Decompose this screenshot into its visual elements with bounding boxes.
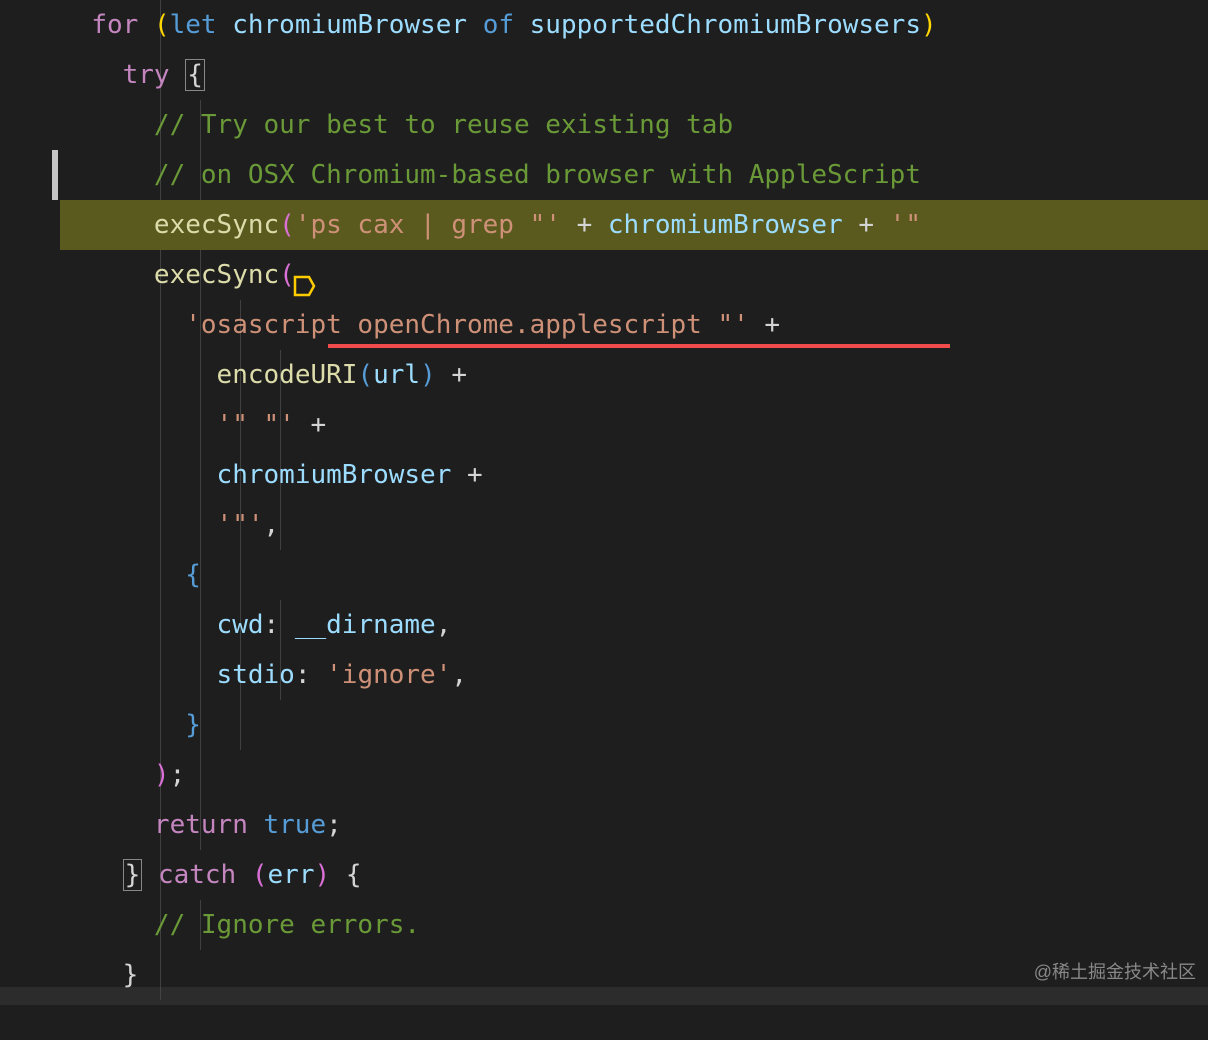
func-encodeURI: encodeURI — [217, 360, 358, 390]
code-line[interactable]: return true; — [60, 800, 1208, 850]
string-literal: 'osascript openChrome.applescript "' — [185, 310, 749, 340]
brace-close: } — [185, 710, 201, 740]
code-line[interactable]: encodeURI(url) + — [60, 350, 1208, 400]
error-underline — [328, 344, 950, 348]
paren-close: ) — [154, 760, 170, 790]
paren-close: ) — [921, 10, 937, 40]
paren-open: ( — [252, 860, 268, 890]
string-literal: 'ps cax | grep "' — [295, 210, 561, 240]
paren-open: ( — [279, 210, 295, 240]
comment: // Ignore errors. — [154, 910, 420, 940]
code-line[interactable]: for (let chromiumBrowser of supportedChr… — [60, 0, 1208, 50]
code-line[interactable]: try { — [60, 50, 1208, 100]
keyword-of: of — [483, 10, 514, 40]
comment: // on OSX Chromium-based browser with Ap… — [154, 160, 921, 190]
operator-plus: + — [764, 310, 780, 340]
string-literal: '" "' — [217, 410, 295, 440]
paren-close: ) — [315, 860, 331, 890]
var-chromiumBrowser: chromiumBrowser — [608, 210, 843, 240]
var-supportedChromiumBrowsers: supportedChromiumBrowsers — [530, 10, 921, 40]
keyword-try: try — [123, 60, 170, 90]
string-literal: '"' — [217, 510, 264, 540]
code-line[interactable]: // Ignore errors. — [60, 900, 1208, 950]
key-stdio: stdio — [217, 660, 295, 690]
var-err: err — [268, 860, 315, 890]
comma: , — [264, 510, 280, 540]
code-line[interactable]: '"', — [60, 500, 1208, 550]
paren-close: ) — [420, 360, 436, 390]
keyword-let: let — [170, 10, 217, 40]
operator-plus: + — [858, 210, 874, 240]
brace-close: } — [123, 960, 139, 990]
debug-pointer-icon[interactable] — [198, 214, 222, 238]
colon: : — [264, 610, 280, 640]
horizontal-scrollbar[interactable] — [0, 987, 1208, 1005]
paren-open: ( — [154, 10, 170, 40]
code-line[interactable]: ); — [60, 750, 1208, 800]
code-line[interactable]: // on OSX Chromium-based browser with Ap… — [60, 150, 1208, 200]
code-line[interactable]: { — [60, 550, 1208, 600]
brace-open: { — [185, 59, 205, 91]
var-chromiumBrowser: chromiumBrowser — [217, 460, 452, 490]
operator-plus: + — [310, 410, 326, 440]
semicolon: ; — [326, 810, 342, 840]
brace-open: { — [185, 560, 201, 590]
code-line-highlighted[interactable]: execSync('ps cax | grep "' + chromiumBro… — [60, 200, 1208, 250]
keyword-for: for — [91, 10, 138, 40]
keyword-catch: catch — [158, 860, 236, 890]
operator-plus: + — [577, 210, 593, 240]
var-url: url — [373, 360, 420, 390]
string-literal: 'ignore' — [326, 660, 451, 690]
string-literal: '" — [890, 210, 921, 240]
semicolon: ; — [170, 760, 186, 790]
keyword-true: true — [264, 810, 327, 840]
operator-plus: + — [467, 460, 483, 490]
comma: , — [451, 660, 467, 690]
comment: // Try our best to reuse existing tab — [154, 110, 733, 140]
code-line[interactable]: '" "' + — [60, 400, 1208, 450]
key-cwd: cwd — [217, 610, 264, 640]
code-line[interactable]: } — [60, 700, 1208, 750]
paren-open: ( — [357, 360, 373, 390]
keyword-return: return — [154, 810, 248, 840]
code-line[interactable]: // Try our best to reuse existing tab — [60, 100, 1208, 150]
brace-close: } — [123, 859, 143, 891]
watermark: @稀土掘金技术社区 — [1034, 955, 1196, 990]
code-line[interactable]: chromiumBrowser + — [60, 450, 1208, 500]
code-line[interactable]: } catch (err) { — [60, 850, 1208, 900]
gutter-mark — [52, 150, 58, 200]
code-line[interactable]: stdio: 'ignore', — [60, 650, 1208, 700]
brace-open: { — [346, 860, 362, 890]
var-chromiumBrowser: chromiumBrowser — [232, 10, 467, 40]
var-dirname: __dirname — [295, 610, 436, 640]
comma: , — [436, 610, 452, 640]
colon: : — [295, 660, 311, 690]
code-line[interactable]: cwd: __dirname, — [60, 600, 1208, 650]
operator-plus: + — [451, 360, 467, 390]
code-editor[interactable]: for (let chromiumBrowser of supportedChr… — [0, 0, 1208, 1000]
